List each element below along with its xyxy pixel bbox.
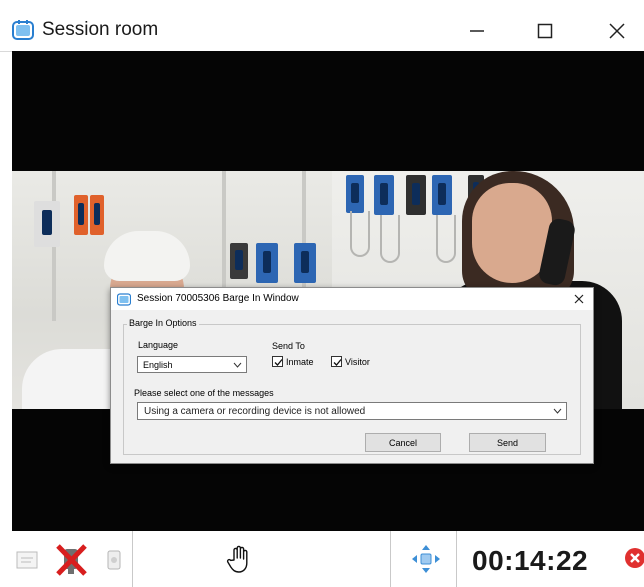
minimize-button[interactable] bbox=[452, 10, 502, 51]
camera-mute-button[interactable] bbox=[52, 543, 92, 577]
phone-cord bbox=[350, 211, 370, 257]
note-icon bbox=[16, 551, 38, 569]
wall-device bbox=[90, 195, 104, 235]
close-button[interactable] bbox=[592, 10, 642, 51]
window-title: Session room bbox=[42, 19, 159, 40]
wall-phone bbox=[406, 175, 426, 215]
toolbar-separator bbox=[390, 531, 391, 587]
hand-button[interactable] bbox=[224, 543, 254, 575]
wall-phone bbox=[256, 243, 278, 283]
minimize-icon bbox=[470, 29, 484, 32]
chevron-down-icon bbox=[230, 357, 244, 372]
toolbar-separator bbox=[132, 531, 133, 587]
note-button[interactable] bbox=[14, 547, 40, 573]
language-select[interactable]: English bbox=[137, 356, 247, 373]
checkmark-icon bbox=[274, 359, 283, 366]
move-arrows-icon bbox=[412, 545, 440, 573]
recording-button[interactable] bbox=[102, 547, 126, 573]
cropped-top-strip bbox=[0, 0, 644, 10]
hand-icon bbox=[226, 545, 248, 573]
chevron-down-icon bbox=[550, 403, 564, 419]
wall-phone bbox=[374, 175, 394, 215]
wall-phone bbox=[346, 175, 364, 213]
session-timer: 00:14:22 bbox=[472, 545, 589, 576]
phone-cord bbox=[380, 215, 400, 263]
move-button[interactable] bbox=[410, 543, 442, 575]
cancel-button[interactable]: Cancel bbox=[365, 433, 441, 452]
dialog-title: Session 70005306 Barge In Window bbox=[137, 293, 299, 304]
toolbar-separator bbox=[456, 531, 457, 587]
wall-phone bbox=[432, 175, 452, 215]
wall-phone bbox=[230, 243, 248, 279]
dialog-close-button[interactable] bbox=[569, 289, 589, 309]
maximize-icon bbox=[537, 23, 553, 38]
app-icon bbox=[12, 20, 34, 40]
dialog-titlebar: Session 70005306 Barge In Window bbox=[111, 288, 593, 310]
window-titlebar: Session room bbox=[0, 10, 644, 52]
wall-device bbox=[34, 201, 60, 247]
wall-device bbox=[74, 195, 88, 235]
end-session-icon bbox=[625, 548, 644, 568]
close-icon bbox=[609, 22, 625, 39]
send-to-label: Send To bbox=[272, 341, 305, 351]
recording-icon bbox=[107, 550, 121, 570]
language-label: Language bbox=[138, 340, 179, 350]
message-prompt: Please select one of the messages bbox=[134, 388, 274, 398]
group-label: Barge In Options bbox=[127, 318, 199, 328]
wall-phone bbox=[294, 243, 316, 283]
inmate-checkbox[interactable] bbox=[272, 356, 283, 367]
session-toolbar: 00:14:22 bbox=[0, 531, 644, 587]
camera-muted-icon bbox=[56, 544, 87, 576]
maximize-button[interactable] bbox=[520, 10, 570, 51]
message-select[interactable]: Using a camera or recording device is no… bbox=[137, 402, 567, 420]
close-icon bbox=[574, 294, 584, 304]
checkmark-icon bbox=[333, 359, 342, 366]
inmate-label: Inmate bbox=[286, 357, 314, 367]
language-value: English bbox=[143, 360, 173, 370]
visitor-label: Visitor bbox=[345, 357, 370, 367]
message-value: Using a camera or recording device is no… bbox=[144, 406, 366, 417]
send-button[interactable]: Send bbox=[469, 433, 546, 452]
dialog-app-icon bbox=[117, 293, 131, 306]
visitor-checkbox[interactable] bbox=[331, 356, 342, 367]
end-session-button[interactable] bbox=[624, 547, 644, 569]
